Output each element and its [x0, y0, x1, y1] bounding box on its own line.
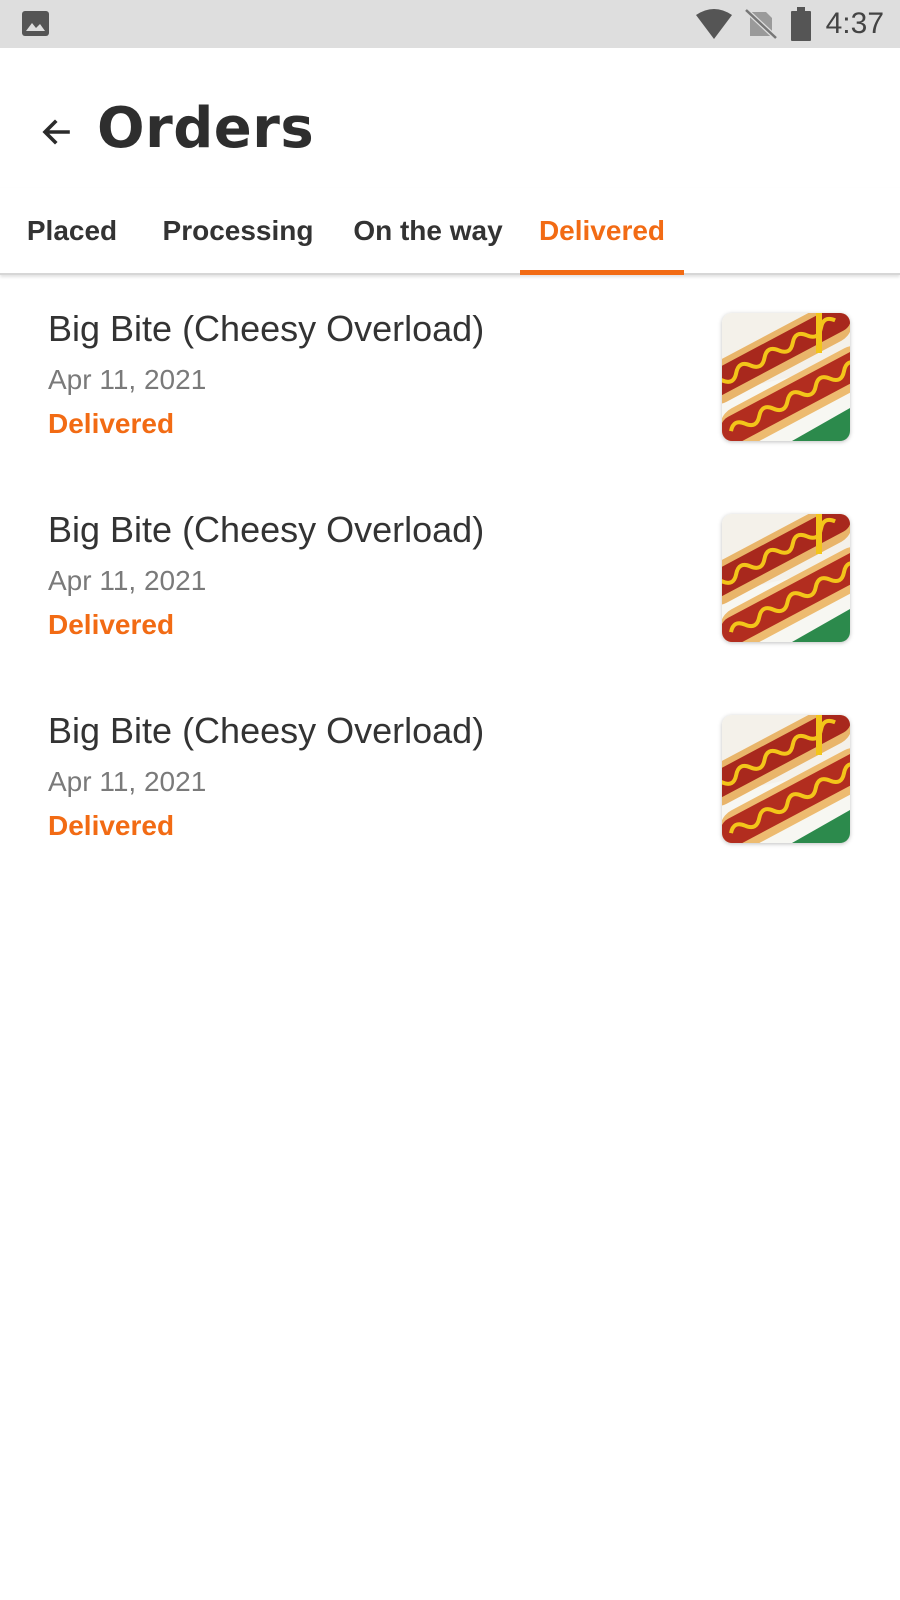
status-bar: 4:37: [0, 0, 900, 48]
wifi-icon: [695, 9, 732, 39]
hotdog-image: [722, 313, 850, 441]
tab-processing[interactable]: Processing: [150, 188, 326, 273]
arrow-left-icon: [42, 119, 70, 145]
tab-label: Processing: [162, 214, 314, 246]
order-list-item[interactable]: Big Bite (Cheesy Overload) Apr 11, 2021 …: [0, 290, 900, 490]
order-status-tabs: Placed Processing On the way Delivered: [0, 188, 900, 275]
order-date: Apr 11, 2021: [48, 766, 207, 797]
battery-icon: [790, 7, 811, 41]
gallery-icon: [22, 11, 49, 36]
app-bar: Orders: [0, 48, 900, 188]
order-title: Big Bite (Cheesy Overload): [48, 710, 485, 751]
order-title: Big Bite (Cheesy Overload): [48, 509, 485, 550]
back-button[interactable]: [30, 106, 82, 158]
order-date: Apr 11, 2021: [48, 364, 207, 395]
order-status: Delivered: [48, 408, 175, 439]
page-title: Orders: [97, 96, 315, 161]
order-list-item[interactable]: Big Bite (Cheesy Overload) Apr 11, 2021 …: [0, 491, 900, 691]
hotdog-image: [722, 715, 850, 843]
no-sim-icon: [743, 8, 778, 40]
order-title: Big Bite (Cheesy Overload): [48, 308, 485, 349]
status-time: 4:37: [825, 7, 884, 40]
tab-on-the-way[interactable]: On the way: [340, 188, 516, 273]
tab-placed[interactable]: Placed: [14, 188, 130, 273]
order-status: Delivered: [48, 810, 175, 841]
tab-label: On the way: [353, 214, 503, 246]
tab-label: Delivered: [538, 214, 666, 246]
order-status: Delivered: [48, 609, 175, 640]
hotdog-image: [722, 514, 850, 642]
order-list-item[interactable]: Big Bite (Cheesy Overload) Apr 11, 2021 …: [0, 692, 900, 892]
tab-label: Placed: [26, 214, 118, 246]
tab-delivered[interactable]: Delivered: [520, 188, 684, 275]
order-date: Apr 11, 2021: [48, 565, 207, 596]
